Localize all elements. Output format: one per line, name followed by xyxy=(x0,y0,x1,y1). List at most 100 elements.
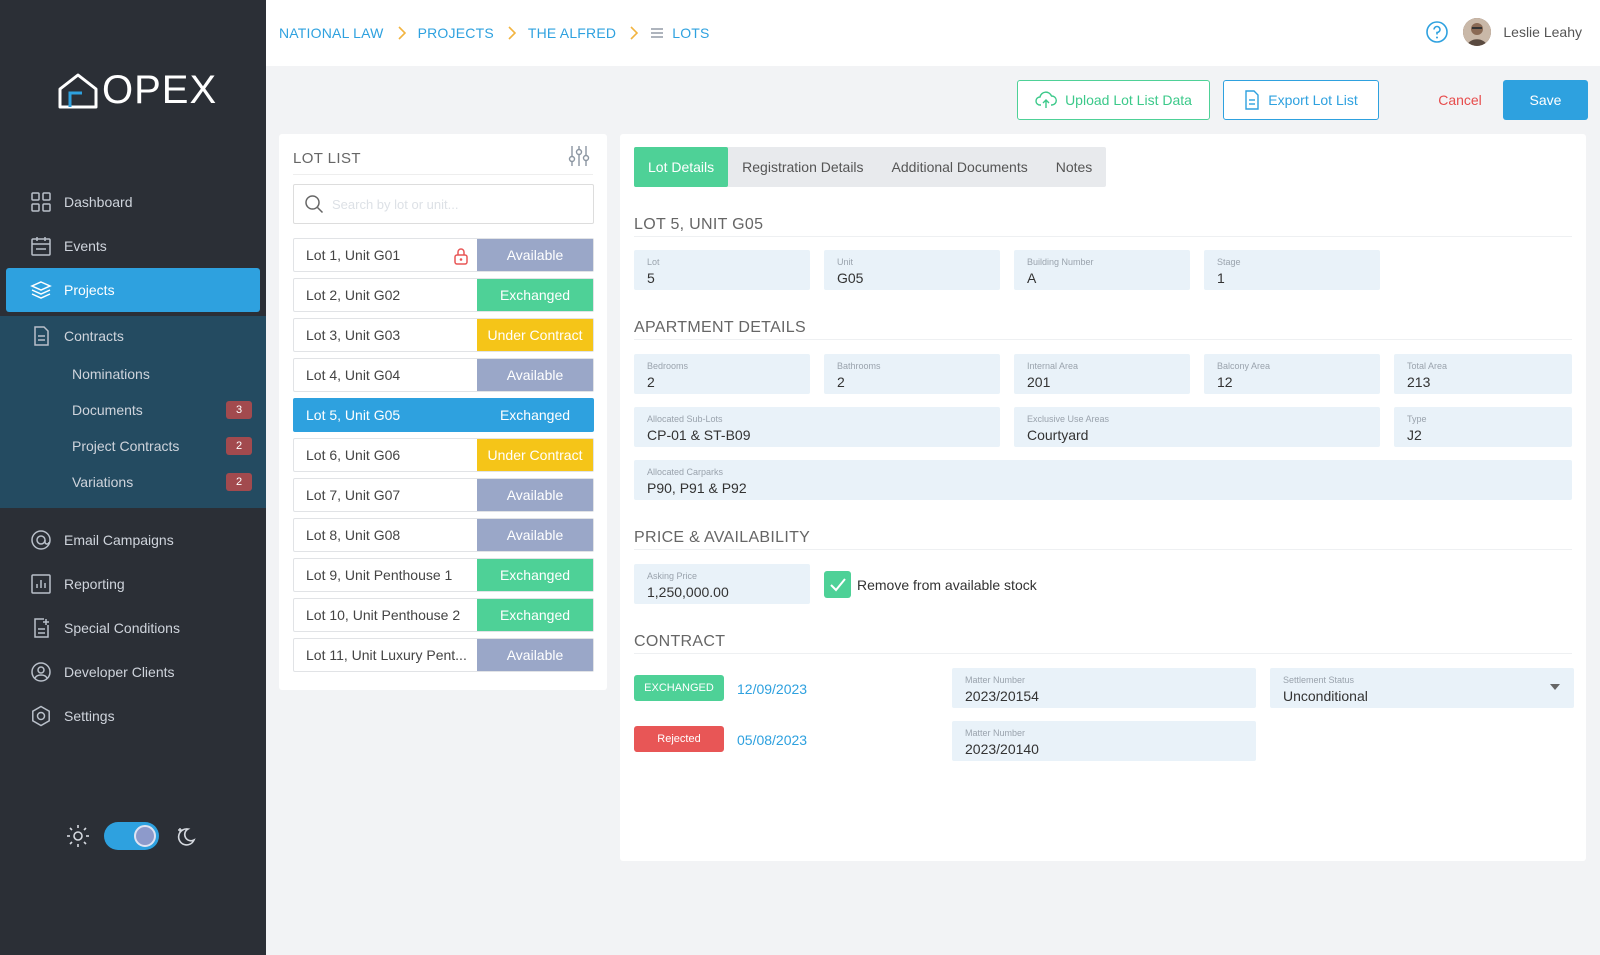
contract-status-badge: EXCHANGED xyxy=(634,675,724,701)
upload-lot-list-button[interactable]: Upload Lot List Data xyxy=(1017,80,1210,120)
sidebar-item-label: Contracts xyxy=(64,328,124,344)
breadcrumb-item-projects[interactable]: PROJECTS xyxy=(418,25,494,41)
sidebar-subitem-label: Variations xyxy=(72,474,134,490)
field-label: Allocated Sub-Lots xyxy=(647,414,723,424)
lot-name-text: Lot 9, Unit Penthouse 1 xyxy=(306,567,453,583)
user-name[interactable]: Leslie Leahy xyxy=(1503,24,1582,40)
sidebar-item-special-conditions[interactable]: Special Conditions xyxy=(0,606,266,650)
field-label: Lot xyxy=(647,257,660,267)
sidebar-item-projects[interactable]: Projects xyxy=(6,268,260,312)
lot-list-item[interactable]: Lot 8, Unit G08 Available xyxy=(293,518,594,552)
internal-area-field[interactable]: Internal Area 201 xyxy=(1014,354,1190,394)
lot-status-badge: Exchanged xyxy=(477,279,593,311)
field-label: Bathrooms xyxy=(837,361,881,371)
building-number-field[interactable]: Building Number A xyxy=(1014,250,1190,290)
field-label: Asking Price xyxy=(647,571,698,581)
cloud-upload-icon xyxy=(1035,91,1057,108)
sidebar-item-reporting[interactable]: Reporting xyxy=(0,562,266,606)
lot-name: Lot 3, Unit G03 xyxy=(294,319,477,351)
lot-search-input[interactable] xyxy=(332,196,572,212)
allocated-carparks-field[interactable]: Allocated Carparks P90, P91 & P92 xyxy=(634,460,1572,500)
sidebar-subitem-documents[interactable]: Documents 3 xyxy=(0,392,266,428)
lot-list-item[interactable]: Lot 7, Unit G07 Available xyxy=(293,478,594,512)
field-label: Total Area xyxy=(1407,361,1448,371)
field-value: 2 xyxy=(647,374,655,390)
sidebar-subitem-project-contracts[interactable]: Project Contracts 2 xyxy=(0,428,266,464)
tab-lot-details[interactable]: Lot Details xyxy=(634,147,729,187)
contract-date[interactable]: 12/09/2023 xyxy=(737,681,807,697)
lot-list-item[interactable]: Lot 11, Unit Luxury Pent... Available xyxy=(293,638,594,672)
sidebar-subitem-variations[interactable]: Variations 2 xyxy=(0,464,266,500)
lot-name-text: Lot 6, Unit G06 xyxy=(306,447,401,463)
lot-name-text: Lot 3, Unit G03 xyxy=(306,327,401,343)
field-value: CP-01 & ST-B09 xyxy=(647,427,751,443)
remove-from-stock-checkbox[interactable]: Remove from available stock xyxy=(824,571,1037,598)
tab-registration-details[interactable]: Registration Details xyxy=(728,147,877,187)
sidebar-item-developer-clients[interactable]: Developer Clients xyxy=(0,650,266,694)
help-icon[interactable] xyxy=(1425,20,1449,44)
type-field[interactable]: Type J2 xyxy=(1394,407,1572,447)
sidebar-item-settings[interactable]: Settings xyxy=(0,694,266,738)
lot-list-item[interactable]: Lot 6, Unit G06 Under Contract xyxy=(293,438,594,472)
lot-field[interactable]: Lot 5 xyxy=(634,250,810,290)
breadcrumb-item-lots[interactable]: LOTS xyxy=(672,25,709,41)
dark-mode-switch[interactable] xyxy=(104,822,159,850)
field-label: Internal Area xyxy=(1027,361,1079,371)
lot-list-item[interactable]: Lot 9, Unit Penthouse 1 Exchanged xyxy=(293,558,594,592)
bathrooms-field[interactable]: Bathrooms 2 xyxy=(824,354,1000,394)
settlement-status-select[interactable]: Settlement Status Unconditional xyxy=(1270,668,1574,708)
total-area-field[interactable]: Total Area 213 xyxy=(1394,354,1572,394)
lot-list-item[interactable]: Lot 5, Unit G05 Exchanged xyxy=(293,398,594,432)
lot-list-item[interactable]: Lot 4, Unit G04 Available xyxy=(293,358,594,392)
lot-status-badge: Exchanged xyxy=(477,599,593,631)
lot-list-item[interactable]: Lot 10, Unit Penthouse 2 Exchanged xyxy=(293,598,594,632)
export-lot-list-button[interactable]: Export Lot List xyxy=(1223,80,1379,120)
checkbox-checked[interactable] xyxy=(824,571,851,598)
save-button[interactable]: Save xyxy=(1503,80,1588,120)
contract-date[interactable]: 05/08/2023 xyxy=(737,732,807,748)
bedrooms-field[interactable]: Bedrooms 2 xyxy=(634,354,810,394)
field-value: 213 xyxy=(1407,374,1431,390)
upload-button-label: Upload Lot List Data xyxy=(1065,92,1192,108)
unit-field[interactable]: Unit G05 xyxy=(824,250,1000,290)
filter-sliders-icon[interactable] xyxy=(567,144,591,168)
balcony-area-field[interactable]: Balcony Area 12 xyxy=(1204,354,1380,394)
lot-name-text: Lot 8, Unit G08 xyxy=(306,527,401,543)
sidebar-subitem-label: Nominations xyxy=(72,366,150,382)
matter-number-field[interactable]: Matter Number 2023/20140 xyxy=(952,721,1256,761)
lot-name-text: Lot 10, Unit Penthouse 2 xyxy=(306,607,461,623)
breadcrumb-item-the-alfred[interactable]: THE ALFRED xyxy=(528,25,616,41)
lot-list-item[interactable]: Lot 3, Unit G03 Under Contract xyxy=(293,318,594,352)
moon-icon[interactable] xyxy=(175,825,197,847)
asking-price-field[interactable]: Asking Price 1,250,000.00 xyxy=(634,564,810,604)
field-value: P90, P91 & P92 xyxy=(647,480,747,496)
lot-name: Lot 8, Unit G08 xyxy=(294,519,477,551)
sidebar-item-dashboard[interactable]: Dashboard xyxy=(0,180,266,224)
logo-text: OPEX xyxy=(102,68,218,112)
field-label: Allocated Carparks xyxy=(647,467,724,477)
sidebar-item-events[interactable]: Events xyxy=(0,224,266,268)
matter-number-field[interactable]: Matter Number 2023/20154 xyxy=(952,668,1256,708)
sidebar-item-email-campaigns[interactable]: Email Campaigns xyxy=(0,518,266,562)
tab-additional-documents[interactable]: Additional Documents xyxy=(878,147,1042,187)
field-label: Unit xyxy=(837,257,854,267)
lot-list-item[interactable]: Lot 1, Unit G01 Available xyxy=(293,238,594,272)
lot-status-badge: Exchanged xyxy=(477,399,593,431)
sidebar-subitem-nominations[interactable]: Nominations xyxy=(0,356,266,392)
allocated-sub-lots-field[interactable]: Allocated Sub-Lots CP-01 & ST-B09 xyxy=(634,407,1000,447)
exclusive-use-areas-field[interactable]: Exclusive Use Areas Courtyard xyxy=(1014,407,1380,447)
cancel-button[interactable]: Cancel xyxy=(1407,80,1513,120)
breadcrumb-item-national-law[interactable]: NATIONAL LAW xyxy=(279,25,384,41)
opex-logo[interactable]: OPEX xyxy=(56,68,217,113)
sidebar-item-label: Email Campaigns xyxy=(64,532,174,548)
divider xyxy=(293,174,593,175)
sun-icon[interactable] xyxy=(66,824,90,848)
stage-field[interactable]: Stage 1 xyxy=(1204,250,1380,290)
lot-status-badge: Available xyxy=(477,639,593,671)
sidebar-item-contracts[interactable]: Contracts xyxy=(0,316,266,356)
price-availability-title: PRICE & AVAILABILITY xyxy=(634,529,811,546)
avatar[interactable] xyxy=(1463,18,1492,46)
lot-status-badge: Available xyxy=(477,239,593,271)
tab-notes[interactable]: Notes xyxy=(1042,147,1107,187)
lot-list-item[interactable]: Lot 2, Unit G02 Exchanged xyxy=(293,278,594,312)
